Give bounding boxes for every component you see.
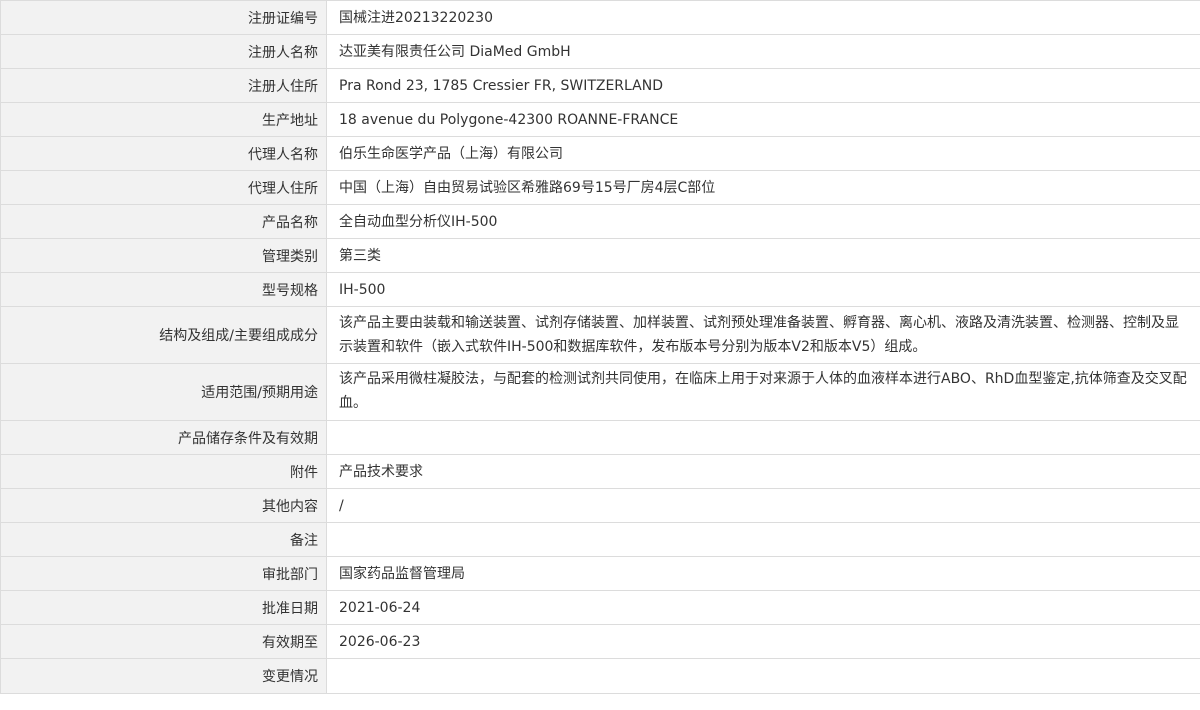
field-label: 附件 (0, 454, 327, 489)
field-label: 产品储存条件及有效期 (0, 420, 327, 455)
field-value: 第三类 (326, 238, 1200, 273)
row-approval-authority: 审批部门 国家药品监督管理局 (0, 556, 1200, 591)
field-value: 达亚美有限责任公司 DiaMed GmbH (326, 34, 1200, 69)
field-value: 该产品采用微柱凝胶法，与配套的检测试剂共同使用，在临床上用于对来源于人体的血液样… (326, 363, 1200, 421)
field-value: 国家药品监督管理局 (326, 556, 1200, 591)
field-value: / (326, 488, 1200, 523)
field-label: 适用范围/预期用途 (0, 363, 327, 421)
field-label: 有效期至 (0, 624, 327, 659)
row-attachments: 附件 产品技术要求 (0, 454, 1200, 489)
row-intended-use: 适用范围/预期用途 该产品采用微柱凝胶法，与配套的检测试剂共同使用，在临床上用于… (0, 363, 1200, 421)
registration-table: 注册证编号 国械注进20213220230 注册人名称 达亚美有限责任公司 Di… (0, 0, 1200, 694)
field-value: 该产品主要由装载和输送装置、试剂存储装置、加样装置、试剂预处理准备装置、孵育器、… (326, 306, 1200, 364)
row-approval-date: 批准日期 2021-06-24 (0, 590, 1200, 625)
row-remarks: 备注 (0, 522, 1200, 557)
row-agent-name: 代理人名称 伯乐生命医学产品（上海）有限公司 (0, 136, 1200, 171)
row-registrant-address: 注册人住所 Pra Rond 23, 1785 Cressier FR, SWI… (0, 68, 1200, 103)
field-value (326, 522, 1200, 557)
field-value: Pra Rond 23, 1785 Cressier FR, SWITZERLA… (326, 68, 1200, 103)
field-label: 生产地址 (0, 102, 327, 137)
field-label: 产品名称 (0, 204, 327, 239)
field-label: 注册证编号 (0, 0, 327, 35)
row-management-category: 管理类别 第三类 (0, 238, 1200, 273)
row-production-address: 生产地址 18 avenue du Polygone-42300 ROANNE-… (0, 102, 1200, 137)
field-value: 产品技术要求 (326, 454, 1200, 489)
row-model-spec: 型号规格 IH-500 (0, 272, 1200, 307)
row-agent-address: 代理人住所 中国（上海）自由贸易试验区希雅路69号15号厂房4层C部位 (0, 170, 1200, 205)
field-value: 伯乐生命医学产品（上海）有限公司 (326, 136, 1200, 171)
row-registrant-name: 注册人名称 达亚美有限责任公司 DiaMed GmbH (0, 34, 1200, 69)
field-value: 2021-06-24 (326, 590, 1200, 625)
field-label: 管理类别 (0, 238, 327, 273)
field-label: 其他内容 (0, 488, 327, 523)
field-value: 18 avenue du Polygone-42300 ROANNE-FRANC… (326, 102, 1200, 137)
field-value: 2026-06-23 (326, 624, 1200, 659)
field-value: IH-500 (326, 272, 1200, 307)
field-label: 批准日期 (0, 590, 327, 625)
field-label: 注册人住所 (0, 68, 327, 103)
field-label: 结构及组成/主要组成成分 (0, 306, 327, 364)
field-label: 代理人名称 (0, 136, 327, 171)
field-label: 注册人名称 (0, 34, 327, 69)
row-storage-conditions: 产品储存条件及有效期 (0, 420, 1200, 455)
field-value: 中国（上海）自由贸易试验区希雅路69号15号厂房4层C部位 (326, 170, 1200, 205)
row-change-history: 变更情况 (0, 658, 1200, 694)
row-product-name: 产品名称 全自动血型分析仪IH-500 (0, 204, 1200, 239)
field-label: 代理人住所 (0, 170, 327, 205)
field-label: 变更情况 (0, 658, 327, 694)
row-registration-number: 注册证编号 国械注进20213220230 (0, 0, 1200, 35)
row-structure-composition: 结构及组成/主要组成成分 该产品主要由装载和输送装置、试剂存储装置、加样装置、试… (0, 306, 1200, 364)
row-other-content: 其他内容 / (0, 488, 1200, 523)
field-value (326, 658, 1200, 694)
field-value (326, 420, 1200, 455)
field-label: 备注 (0, 522, 327, 557)
field-value: 国械注进20213220230 (326, 0, 1200, 35)
field-value: 全自动血型分析仪IH-500 (326, 204, 1200, 239)
row-valid-until: 有效期至 2026-06-23 (0, 624, 1200, 659)
field-label: 型号规格 (0, 272, 327, 307)
field-label: 审批部门 (0, 556, 327, 591)
